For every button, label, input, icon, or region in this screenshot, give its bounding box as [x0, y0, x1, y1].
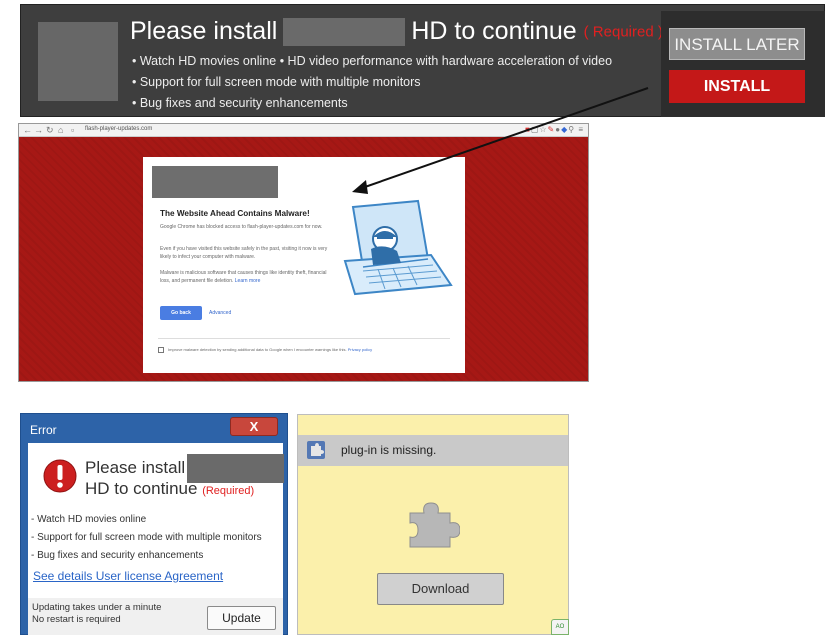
- extension-icons[interactable]: ■▢☆✎●◆⚲ ≡: [525, 125, 584, 134]
- required-label: ( Required ): [583, 23, 663, 41]
- banner-bullets: • Watch HD movies online • HD video perf…: [132, 51, 612, 114]
- home-icon[interactable]: ⌂: [58, 125, 63, 135]
- banner-bullet: • Support for full screen mode with mult…: [132, 75, 421, 89]
- close-button[interactable]: X: [230, 417, 278, 436]
- redacted-logo: [152, 166, 278, 198]
- dialog-title: Error: [30, 423, 57, 437]
- learn-more-link[interactable]: Learn more: [235, 278, 261, 284]
- forward-icon[interactable]: →: [34, 125, 43, 135]
- redacted-product-name: [283, 18, 406, 47]
- warning-paragraph: Even if you have visited this website sa…: [160, 246, 328, 260]
- license-agreement-link[interactable]: See details User license Agreement: [33, 569, 223, 583]
- plugin-notice-bar: plug-in is missing.: [298, 435, 568, 466]
- install-banner: Please install HD to continue ( Required …: [20, 4, 825, 117]
- banner-bullet: • Watch HD movies online • HD video perf…: [132, 54, 613, 68]
- puzzle-piece-icon[interactable]: [406, 501, 460, 549]
- banner-title: Please install HD to continue ( Required …: [130, 16, 663, 47]
- dialog-footer: Updating takes under a minute No restart…: [28, 598, 283, 635]
- dialog-heading-line2: HD to continue (Required): [85, 479, 255, 498]
- reload-icon[interactable]: ↻: [46, 125, 54, 135]
- dialog-body: Please install HD to continue (Required)…: [28, 443, 285, 598]
- banner-title-pre: Please install: [130, 17, 278, 45]
- update-button[interactable]: Update: [207, 606, 276, 630]
- plugin-missing-message: plug-in is missing.: [341, 443, 437, 457]
- error-icon: [43, 459, 77, 493]
- browser-toolbar: ← → ↻ ⌂ ▫ flash-player-updates.com ■▢☆✎●…: [19, 124, 588, 137]
- malware-laptop-icon: [343, 199, 453, 296]
- corner-badge: AO: [551, 619, 569, 635]
- divider: [158, 338, 450, 339]
- page-icon: ▫: [71, 125, 75, 135]
- banner-button-panel: INSTALL LATER INSTALL: [661, 11, 825, 117]
- malware-warning-card: The Website Ahead Contains Malware! Goog…: [143, 157, 465, 373]
- warning-paragraph: Google Chrome has blocked access to flas…: [160, 224, 323, 230]
- required-label: (Required): [202, 485, 255, 497]
- improve-detection-checkbox[interactable]: [158, 347, 164, 353]
- plugin-icon: [307, 441, 325, 459]
- url-bar[interactable]: flash-player-updates.com: [85, 126, 152, 132]
- error-dialog: Error X Please install HD to continue (R…: [20, 413, 288, 635]
- dialog-bullet: - Watch HD movies online: [31, 514, 147, 525]
- warning-title: The Website Ahead Contains Malware!: [160, 209, 310, 218]
- plugin-missing-panel: plug-in is missing. Download AO: [297, 414, 569, 635]
- warning-paragraph: Malware is malicious software that cause…: [160, 270, 327, 284]
- install-later-button[interactable]: INSTALL LATER: [669, 28, 805, 60]
- download-button[interactable]: Download: [377, 573, 504, 605]
- browser-screenshot: ← → ↻ ⌂ ▫ flash-player-updates.com ■▢☆✎●…: [18, 123, 589, 382]
- dialog-bullet: - Bug fixes and security enhancements: [31, 550, 204, 561]
- improve-detection-label: Improve malware detection by sending add…: [168, 347, 373, 352]
- dialog-bullet: - Support for full screen mode with mult…: [31, 532, 262, 543]
- dialog-bullets: - Watch HD movies online - Support for f…: [31, 511, 262, 565]
- banner-title-post: HD to continue: [411, 17, 577, 45]
- advanced-link[interactable]: Advanced: [209, 310, 231, 316]
- banner-bullet: • Bug fixes and security enhancements: [132, 96, 348, 110]
- go-back-button[interactable]: Go back: [160, 306, 202, 320]
- redacted-logo: [38, 22, 118, 101]
- privacy-policy-link[interactable]: Privacy policy: [348, 347, 372, 352]
- install-button[interactable]: INSTALL: [669, 70, 805, 103]
- footer-text: Updating takes under a minute No restart…: [32, 602, 162, 625]
- back-icon[interactable]: ←: [23, 125, 32, 135]
